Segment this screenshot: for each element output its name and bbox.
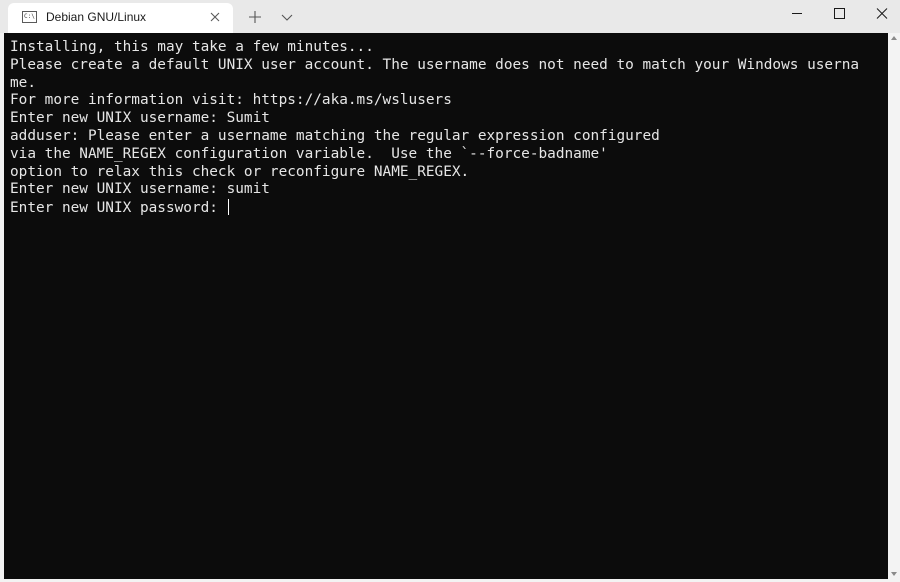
maximize-button[interactable] — [817, 0, 861, 28]
terminal-line: For more information visit: https://aka.… — [10, 92, 452, 109]
terminal-line: Installing, this may take a few minutes.… — [10, 39, 374, 55]
terminal-line: Enter new UNIX username: Sumit — [10, 110, 270, 127]
tab-close-button[interactable] — [206, 8, 224, 26]
tab-dropdown-button[interactable] — [276, 6, 298, 28]
terminal-line: Enter new UNIX username: sumit — [10, 181, 270, 198]
scroll-up-arrow-icon[interactable] — [891, 35, 897, 40]
maximize-icon — [834, 8, 845, 19]
tab-title: Debian GNU/Linux — [46, 10, 147, 24]
window-close-button[interactable] — [859, 0, 900, 28]
terminal-window: C:\ Debian GNU/Linux Installing, this ma… — [0, 0, 900, 582]
minimize-icon — [792, 13, 802, 14]
title-bar[interactable]: C:\ Debian GNU/Linux — [0, 0, 900, 33]
terminal-prompt-line[interactable]: Enter new UNIX password: — [10, 199, 888, 217]
plus-icon — [249, 11, 261, 23]
terminal-output[interactable]: Installing, this may take a few minutes.… — [4, 33, 888, 579]
scroll-down-arrow-icon[interactable] — [891, 572, 897, 577]
terminal-line: Please create a default UNIX user accoun… — [10, 56, 860, 73]
text-cursor — [227, 199, 229, 216]
minimize-button[interactable] — [775, 0, 819, 28]
terminal-line: me. — [10, 74, 36, 91]
close-icon — [210, 12, 220, 22]
chevron-down-icon — [281, 14, 293, 21]
terminal-line: option to relax this check or reconfigur… — [10, 163, 470, 180]
password-prompt: Enter new UNIX password: — [10, 200, 227, 217]
terminal-icon: C:\ — [22, 11, 37, 23]
new-tab-button[interactable] — [244, 6, 266, 28]
tab-debian[interactable]: C:\ Debian GNU/Linux — [8, 3, 233, 33]
terminal-line: adduser: Please enter a username matchin… — [10, 127, 660, 144]
close-icon — [876, 8, 888, 19]
terminal-icon-text: C:\ — [24, 13, 35, 20]
terminal-line: via the NAME_REGEX configuration variabl… — [10, 145, 608, 162]
vertical-scrollbar[interactable] — [888, 33, 900, 579]
